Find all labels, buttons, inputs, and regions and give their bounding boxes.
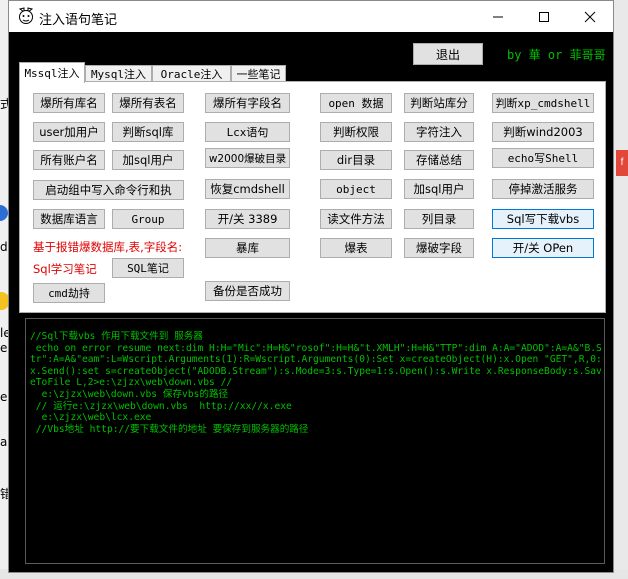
all-account-names-button[interactable]: 所有账户名 bbox=[33, 150, 105, 170]
toggle-open-button[interactable]: 开/关 OPen bbox=[492, 238, 594, 258]
object-button[interactable]: object bbox=[320, 179, 392, 199]
add-sql-user-button[interactable]: 加sql用户 bbox=[112, 150, 184, 170]
detect-db-separation-button[interactable]: 判断站库分 bbox=[404, 93, 474, 113]
detect-win2003-button[interactable]: 判断wind2003 bbox=[492, 122, 594, 142]
dump-tables-button[interactable]: 爆表 bbox=[320, 238, 392, 258]
stored-procedure-summary-button[interactable]: 存储总结 bbox=[404, 150, 474, 170]
desktop-background-right bbox=[614, 0, 628, 579]
exit-button[interactable]: 退出 bbox=[413, 43, 483, 65]
client-area: 退出 by 華 or 菲哥哥 Mssql注入 Mysql注入 Oracle注入 … bbox=[9, 32, 613, 572]
tab-oracle[interactable]: Oracle注入 bbox=[152, 65, 231, 82]
mssql-tab-panel: 爆所有库名 爆所有表名 爆所有字段名 open 数据 判断站库分 判断xp_cm… bbox=[19, 81, 606, 313]
background-text-fragment: a bbox=[0, 435, 8, 449]
add-user-button[interactable]: user加用户 bbox=[33, 122, 105, 142]
tab-mysql[interactable]: Mysql注入 bbox=[85, 65, 152, 82]
author-byline: by 華 or 菲哥哥 bbox=[507, 48, 606, 62]
backup-success-check-button[interactable]: 备份是否成功 bbox=[205, 281, 290, 301]
add-sql-user-button-2[interactable]: 加sql用户 bbox=[404, 179, 474, 199]
dir-listing-button[interactable]: dir目录 bbox=[320, 150, 392, 170]
app-icon bbox=[18, 7, 34, 25]
app-window: 注入语句笔记 退出 by 華 or 菲哥哥 Mssql注入 Mysql注入 Or… bbox=[8, 0, 614, 573]
console-output-text[interactable]: //Sql下载vbs 作用下载文件到 服务器 echo on error res… bbox=[30, 331, 602, 435]
maximize-button[interactable] bbox=[521, 1, 567, 32]
dump-all-columns-button[interactable]: 爆所有字段名 bbox=[205, 93, 290, 113]
detect-privileges-button[interactable]: 判断权限 bbox=[320, 122, 392, 142]
maximize-icon bbox=[539, 11, 549, 22]
toggle-3389-button[interactable]: 开/关 3389 bbox=[205, 209, 290, 229]
startup-group-command-button[interactable]: 启动组中写入命令行和执 bbox=[33, 180, 184, 200]
close-button[interactable] bbox=[567, 1, 613, 32]
group-button[interactable]: Group bbox=[112, 209, 184, 229]
string-injection-button[interactable]: 字符注入 bbox=[404, 122, 474, 142]
sql-write-download-vbs-button[interactable]: Sql写下载vbs bbox=[492, 209, 594, 229]
open-data-button[interactable]: open 数据 bbox=[320, 93, 392, 113]
echo-write-shell-button[interactable]: echo写Shell bbox=[492, 148, 594, 168]
stop-activate-service-button[interactable]: 停掉激活服务 bbox=[492, 179, 594, 199]
cmd-hijack-button[interactable]: cmd劫持 bbox=[33, 283, 105, 303]
w2000-bruteforce-dir-button[interactable]: w2000爆破目录 bbox=[205, 148, 290, 168]
read-file-method-button[interactable]: 读文件方法 bbox=[320, 209, 392, 229]
list-directory-button[interactable]: 列目录 bbox=[404, 209, 474, 229]
minimize-icon bbox=[493, 16, 503, 17]
window-title: 注入语句笔记 bbox=[39, 13, 118, 28]
title-bar[interactable]: 注入语句笔记 bbox=[9, 1, 613, 32]
background-text-fragment: e bbox=[0, 390, 8, 404]
restore-cmdshell-button[interactable]: 恢复cmdshell bbox=[205, 179, 290, 199]
close-icon bbox=[584, 11, 596, 22]
sql-study-notes-label: Sql学习笔记 bbox=[33, 262, 97, 276]
dump-all-databases-button[interactable]: 爆所有库名 bbox=[33, 93, 105, 113]
database-language-button[interactable]: 数据库语言 bbox=[33, 209, 105, 229]
detect-xp-cmdshell-button[interactable]: 判断xp_cmdshell bbox=[492, 93, 594, 113]
dump-database-button[interactable]: 暴库 bbox=[205, 238, 290, 258]
detect-sql-db-button[interactable]: 判断sql库 bbox=[112, 122, 184, 142]
bruteforce-columns-button[interactable]: 爆破字段 bbox=[404, 238, 474, 258]
output-console[interactable]: //Sql下载vbs 作用下载文件到 服务器 echo on error res… bbox=[25, 318, 605, 564]
lcx-statement-button[interactable]: Lcx语句 bbox=[205, 122, 290, 142]
error-based-note-label: 基于报错爆数据库,表,字段名: bbox=[33, 240, 183, 254]
tab-notes[interactable]: 一些笔记 bbox=[231, 65, 286, 82]
background-text-fragment: f bbox=[616, 150, 628, 176]
dump-all-tables-button[interactable]: 爆所有表名 bbox=[112, 93, 184, 113]
tab-mssql[interactable]: Mssql注入 bbox=[19, 62, 85, 83]
minimize-button[interactable] bbox=[475, 1, 521, 32]
sql-notes-button[interactable]: SQL笔记 bbox=[112, 258, 184, 278]
